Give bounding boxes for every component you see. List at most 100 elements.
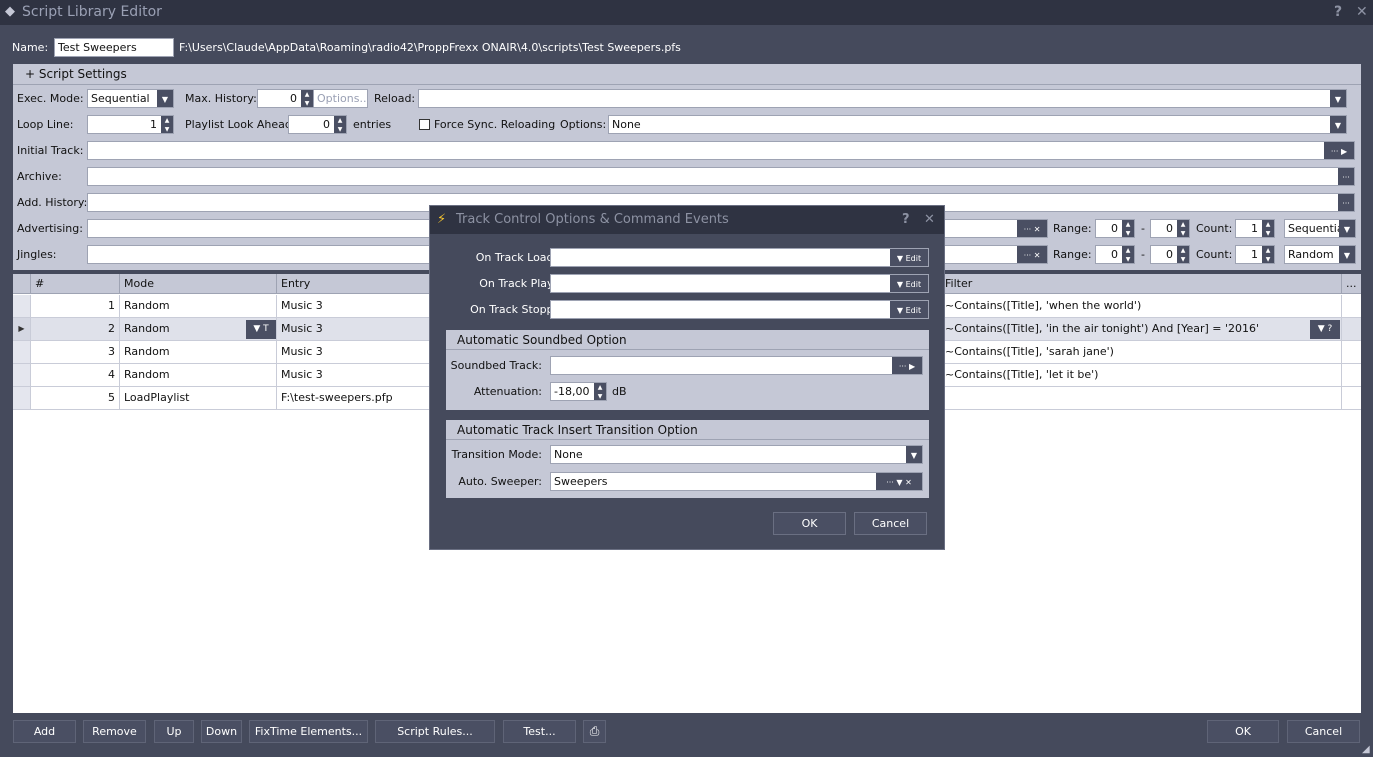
jin-mode-value: Random [1288, 248, 1334, 261]
window-title: Script Library Editor [22, 4, 162, 20]
add-history-label: Add. History: [17, 196, 88, 209]
row-filter: ~Contains([Title], 'let it be') [941, 364, 1342, 386]
row-indicator [13, 295, 31, 317]
filter-help-label: ? [1327, 324, 1333, 334]
col-header-more[interactable]: ... [1342, 274, 1361, 294]
on-track-stopped-input[interactable]: ▼ Edit [550, 300, 929, 319]
jin-range-to[interactable]: 0 ▲ ▼ [1150, 245, 1190, 264]
fixtime-elements-button[interactable]: FixTime Elements... [249, 720, 368, 743]
col-header-filter[interactable]: Filter [941, 274, 1342, 294]
chevron-down-icon: ▼ [1339, 246, 1355, 263]
script-rules-button[interactable]: Script Rules... [375, 720, 495, 743]
on-track-played-input[interactable]: ▼ Edit [550, 274, 929, 293]
dialog-help-icon[interactable]: ? [902, 206, 910, 234]
close-icon[interactable]: ✕ [1356, 0, 1368, 24]
browse-icon[interactable]: ··· ▶ [1324, 142, 1354, 159]
auto-sweeper-select[interactable]: Sweepers ··· ▼ ✕ [550, 472, 923, 491]
spinner-arrows-icon[interactable]: ▲ ▼ [1262, 220, 1274, 237]
browse-icon[interactable]: ··· ▶ [892, 357, 922, 374]
col-header-mode[interactable]: Mode [120, 274, 277, 294]
jin-range-to-value: 0 [1166, 248, 1173, 261]
spinner-arrows-icon[interactable]: ▲ ▼ [161, 116, 173, 133]
row-filter: ~Contains([Title], 'in the air tonight')… [941, 318, 1342, 340]
up-button[interactable]: Up [154, 720, 194, 743]
exec-mode-value: Sequential [91, 92, 150, 105]
spinner-arrows-icon[interactable]: ▲ ▼ [594, 383, 606, 400]
options-button[interactable]: Options... [313, 89, 368, 108]
cancel-button[interactable]: Cancel [1287, 720, 1360, 743]
dialog-ok-button[interactable]: OK [773, 512, 846, 535]
print-icon[interactable]: ⎙ [583, 720, 606, 743]
dialog-close-icon[interactable]: ✕ [924, 206, 935, 234]
attenuation-spinner[interactable]: -18,00 ▲ ▼ [550, 382, 607, 401]
name-label: Name: [12, 41, 49, 54]
spinner-arrows-icon[interactable]: ▲ ▼ [301, 90, 313, 107]
row-number: 2 [31, 318, 120, 340]
ellipsis-icon[interactable]: ··· [1338, 168, 1354, 185]
spinner-arrows-icon[interactable]: ▲ ▼ [334, 116, 346, 133]
jin-mode-select[interactable]: Random ▼ [1284, 245, 1356, 264]
edit-dropdown-button[interactable]: ▼ Edit [890, 301, 928, 318]
help-icon[interactable]: ? [1334, 0, 1342, 24]
adv-count-value: 1 [1251, 222, 1258, 235]
edit-dropdown-button[interactable]: ▼ Edit [890, 275, 928, 292]
ok-button[interactable]: OK [1207, 720, 1279, 743]
options-select[interactable]: None ▼ [608, 115, 1347, 134]
browse-dropdown-clear-icon[interactable]: ··· ▼ ✕ [876, 473, 922, 490]
down-button[interactable]: Down [201, 720, 242, 743]
transition-mode-select[interactable]: None ▼ [550, 445, 923, 464]
attenuation-label: Attenuation: [473, 385, 542, 398]
script-settings-header[interactable]: + Script Settings [13, 64, 1361, 85]
row-indicator [13, 364, 31, 386]
options-value: None [612, 118, 641, 131]
mode-dropdown-button[interactable]: ▼ T [246, 320, 276, 339]
script-library-editor-window: ◆ Script Library Editor ? ✕ Name: Test S… [0, 0, 1373, 757]
soundbed-track-input[interactable]: ··· ▶ [550, 356, 923, 375]
auto-sweeper-label: Auto. Sweeper: [458, 475, 542, 488]
browse-clear-icon[interactable]: ··· ✕ [1017, 220, 1047, 237]
browse-clear-icon[interactable]: ··· ✕ [1017, 246, 1047, 263]
row-number: 1 [31, 295, 120, 317]
spinner-arrows-icon[interactable]: ▲ ▼ [1177, 220, 1189, 237]
initial-track-input[interactable]: ··· ▶ [87, 141, 1355, 160]
adv-range-label: Range: [1053, 222, 1092, 235]
initial-track-label: Initial Track: [17, 144, 84, 157]
adv-range-to-value: 0 [1166, 222, 1173, 235]
col-header-number[interactable]: # [31, 274, 120, 294]
force-sync-checkbox[interactable] [419, 119, 430, 130]
spinner-arrows-icon[interactable]: ▲ ▼ [1122, 246, 1134, 263]
jin-range-from-value: 0 [1111, 248, 1118, 261]
exec-mode-select[interactable]: Sequential ▼ [87, 89, 174, 108]
max-history-value: 0 [290, 92, 297, 105]
filter-dropdown-button[interactable]: ▼ ? [1310, 320, 1340, 339]
ellipsis-icon[interactable]: ··· [1338, 194, 1354, 211]
spinner-arrows-icon[interactable]: ▲ ▼ [1122, 220, 1134, 237]
spinner-arrows-icon[interactable]: ▲ ▼ [1262, 246, 1274, 263]
row-mode: Random [120, 295, 277, 317]
auto-sweeper-value: Sweepers [554, 475, 608, 488]
row-number: 5 [31, 387, 120, 409]
adv-mode-select[interactable]: Sequential ▼ [1284, 219, 1356, 238]
add-button[interactable]: Add [13, 720, 76, 743]
spinner-arrows-icon[interactable]: ▲ ▼ [1177, 246, 1189, 263]
max-history-spinner[interactable]: 0 ▲ ▼ [257, 89, 314, 108]
jin-count[interactable]: 1 ▲ ▼ [1235, 245, 1275, 264]
adv-range-to[interactable]: 0 ▲ ▼ [1150, 219, 1190, 238]
dialog-cancel-button[interactable]: Cancel [854, 512, 927, 535]
chevron-down-icon: ▼ [1339, 220, 1355, 237]
test-button[interactable]: Test... [503, 720, 576, 743]
jin-count-value: 1 [1251, 248, 1258, 261]
adv-count[interactable]: 1 ▲ ▼ [1235, 219, 1275, 238]
reload-select[interactable]: ▼ [418, 89, 1347, 108]
loop-line-spinner[interactable]: 1 ▲ ▼ [87, 115, 174, 134]
jin-range-from[interactable]: 0 ▲ ▼ [1095, 245, 1135, 264]
name-input[interactable]: Test Sweepers [54, 38, 174, 57]
archive-input[interactable]: ··· [87, 167, 1355, 186]
lookahead-spinner[interactable]: 0 ▲ ▼ [288, 115, 347, 134]
adv-mode-value: Sequential [1288, 222, 1347, 235]
on-track-loaded-input[interactable]: ▼ Edit [550, 248, 929, 267]
edit-dropdown-button[interactable]: ▼ Edit [890, 249, 928, 266]
resize-grip-icon[interactable]: ◢ [1362, 744, 1370, 755]
adv-range-from[interactable]: 0 ▲ ▼ [1095, 219, 1135, 238]
remove-button[interactable]: Remove [83, 720, 146, 743]
